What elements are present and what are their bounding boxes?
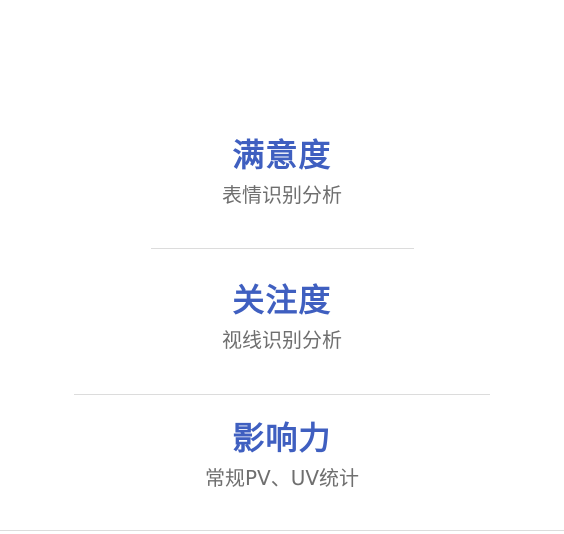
- metric-satisfaction-subtitle: 表情识别分析: [222, 183, 342, 207]
- metric-attention-subtitle: 视线识别分析: [222, 328, 342, 352]
- metric-influence-subtitle: 常规PV、UV统计: [204, 466, 360, 490]
- divider-3: [0, 530, 564, 531]
- metric-satisfaction-title: 满意度: [232, 136, 332, 174]
- divider-2: [74, 394, 490, 395]
- metric-satisfaction: 满意度 表情识别分析: [0, 135, 564, 209]
- metric-influence: 影响力 常规PV、UV统计: [0, 418, 564, 492]
- metric-attention: 关注度 视线识别分析: [0, 280, 564, 354]
- divider-1: [151, 248, 414, 249]
- metric-influence-title: 影响力: [232, 419, 332, 457]
- metric-attention-title: 关注度: [232, 281, 332, 319]
